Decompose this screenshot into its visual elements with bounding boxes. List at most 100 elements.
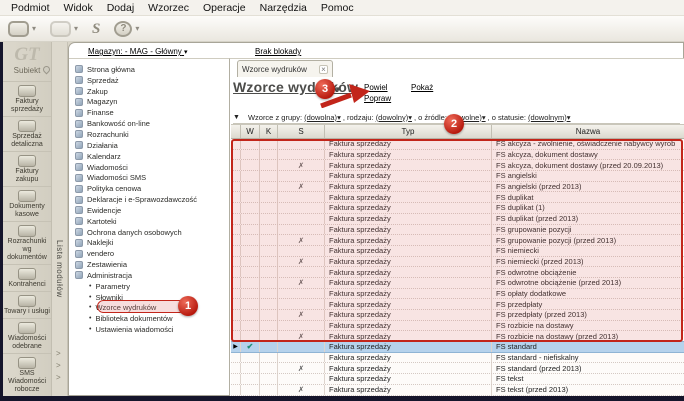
help-button[interactable]: ? ▾ [114, 21, 139, 37]
chevron-right-icon[interactable]: > [56, 373, 61, 382]
module-button[interactable]: Kontrahenci [3, 264, 51, 291]
subiekt-icon: S [92, 21, 100, 37]
table-row[interactable]: Faktura sprzedażyFS duplikat (1) [231, 203, 684, 214]
powiel-link[interactable]: Powiel [364, 83, 388, 92]
tree-item[interactable]: Zestawienia [69, 259, 229, 270]
tree-item[interactable]: Działania [69, 140, 229, 151]
filter-status-select[interactable]: (dowolnym)▾ [528, 113, 571, 122]
module-button[interactable]: SMS Wiadomości robocze [3, 353, 51, 396]
module-button[interactable]: Towary i usługi [3, 291, 51, 318]
table-row[interactable]: ▶✔Faktura sprzedażyFS standard [231, 341, 684, 353]
table-row[interactable]: ✗Faktura sprzedażyFS przedpłaty (przed 2… [231, 310, 684, 321]
chevron-down-icon[interactable]: ▾ [32, 24, 36, 33]
module-button[interactable]: Rozrachunki wg dokumentów [3, 221, 51, 264]
table-row[interactable]: ✗Faktura sprzedażyFS akcyza, dokument do… [231, 160, 684, 171]
table-row[interactable]: Faktura sprzedażyFS duplikat (przed 2013… [231, 214, 684, 225]
table-row[interactable]: Faktura sprzedażyFS akcyza, dokument dos… [231, 150, 684, 161]
cell-nazwa: FS angielski [492, 171, 684, 181]
header-nazwa[interactable]: Nazwa [492, 125, 684, 138]
header-s[interactable]: S [278, 125, 325, 138]
tree-item[interactable]: Sprzedaż [69, 75, 229, 86]
menu-item[interactable]: Widok [57, 2, 100, 14]
print-button[interactable]: ▾ [8, 21, 36, 37]
table-row[interactable]: ✗Faktura sprzedażyFS rozbicie na dostawy… [231, 331, 684, 342]
chevron-right-icon[interactable]: > [56, 361, 61, 370]
magazyn-link[interactable]: Magazyn: - MAG - Główny ▾ [88, 47, 188, 56]
table-row[interactable]: Faktura sprzedażyFS duplikat [231, 192, 684, 203]
filter-rodzaj-select[interactable]: (dowolny)▾ [376, 113, 412, 122]
module-button[interactable]: Wiadomości odebrane [3, 318, 51, 353]
table-row[interactable]: Faktura sprzedażyFS angielski [231, 171, 684, 182]
tree-item[interactable]: •Parametry [69, 281, 229, 292]
table-row[interactable]: Faktura sprzedażyFS tekst [231, 374, 684, 385]
filter-zrodlo-select[interactable]: (dowolne)▾ [449, 113, 486, 122]
tree-item[interactable]: Polityka cenowa [69, 183, 229, 194]
tree-item[interactable]: Rozrachunki [69, 129, 229, 140]
tree-item[interactable]: Kalendarz [69, 151, 229, 162]
table-row[interactable]: Faktura sprzedażyFS niemiecki [231, 246, 684, 257]
tree-item[interactable]: Magazyn [69, 97, 229, 108]
tab-wzorce-wydrukow[interactable]: Wzorce wydruków × [237, 60, 333, 77]
tree-item[interactable]: •Ustawienia wiadomości [69, 324, 229, 335]
menu-item[interactable]: Wzorzec [141, 2, 196, 14]
table-row[interactable]: ✗Faktura sprzedażyFS tekst (przed 2013) [231, 385, 684, 396]
tree-item[interactable]: Wiadomości [69, 162, 229, 173]
chevron-right-icon[interactable]: > [56, 349, 61, 358]
module-button[interactable]: Sprzedaż detaliczna [3, 116, 51, 151]
filter-group-select[interactable]: (dowolna)▾ [304, 113, 341, 122]
table-row[interactable]: Faktura sprzedażyFS akcyza - zwolnienie,… [231, 139, 684, 150]
row-selector [231, 235, 241, 245]
tree-item[interactable]: Ochrona danych osobowych [69, 227, 229, 238]
table-row[interactable]: Faktura sprzedażyFS przedpłaty [231, 299, 684, 310]
row-selector [231, 267, 241, 277]
mail-button[interactable]: ▾ [50, 21, 78, 37]
header-w[interactable]: W [241, 125, 260, 138]
cell-nazwa: FS standard [492, 342, 684, 352]
table-row[interactable]: Faktura sprzedażyFS standard - niefiskal… [231, 353, 684, 364]
module-button[interactable]: Faktury zakupu [3, 151, 51, 186]
chevron-down-icon[interactable]: ▾ [74, 24, 78, 33]
tree-item[interactable]: Finanse [69, 107, 229, 118]
module-button[interactable]: Dokumenty kasowe [3, 186, 51, 221]
menu-item[interactable]: Dodaj [100, 2, 141, 14]
tree-item[interactable]: Strona główna [69, 64, 229, 75]
popraw-link[interactable]: Popraw [364, 94, 391, 103]
table-row[interactable]: ✗Faktura sprzedażyFS grupowanie pozycji … [231, 235, 684, 246]
chevron-down-icon[interactable]: ▾ [135, 24, 139, 33]
table-row[interactable]: Faktura sprzedażyFS rozbicie na dostawy [231, 321, 684, 332]
header-typ[interactable]: Typ [325, 125, 492, 138]
brak-blokady-link[interactable]: Brak blokady [255, 47, 301, 56]
chevron-down-icon[interactable]: ▼ [334, 85, 342, 94]
cell-w [241, 225, 260, 235]
tree-item[interactable]: Ewidencje [69, 205, 229, 216]
table-row[interactable]: ✗Faktura sprzedażyFS standard (przed 201… [231, 363, 684, 374]
table-row[interactable]: Faktura sprzedażyFS odwrotne obciążenie [231, 267, 684, 278]
header-k[interactable]: K [260, 125, 278, 138]
tree-item[interactable]: Wiadomości SMS [69, 172, 229, 183]
module-button[interactable]: Faktury sprzedaży [3, 81, 51, 116]
pokaz-link[interactable]: Pokaż [411, 83, 433, 92]
table-row[interactable]: ✗Faktura sprzedażyFS odwrotne obciążenie… [231, 278, 684, 289]
menu-item[interactable]: Podmiot [4, 2, 57, 14]
close-icon[interactable]: × [319, 65, 328, 74]
lista-modulow-strip[interactable]: Lista modułów [52, 42, 68, 396]
tree-item[interactable]: •Wzorce wydruków [69, 303, 229, 314]
table-row[interactable]: Faktura sprzedażyFS opłaty dodatkowe [231, 289, 684, 300]
tree-item[interactable]: Bankowość on-line [69, 118, 229, 129]
tree-item[interactable]: •Biblioteka dokumentów [69, 313, 229, 324]
tree-item[interactable]: Zakup [69, 86, 229, 97]
tree-item[interactable]: Kartoteki [69, 216, 229, 227]
tree-item[interactable]: Naklejki [69, 238, 229, 249]
filter-dropdown-icon[interactable]: ▼ [233, 114, 240, 121]
table-row[interactable]: ✗Faktura sprzedażyFS angielski (przed 20… [231, 182, 684, 193]
tree-item[interactable]: Deklaracje i e-Sprawozdawczość [69, 194, 229, 205]
menu-item[interactable]: Narzędzia [253, 2, 314, 14]
tree-item[interactable]: Administracja [69, 270, 229, 281]
subiekt-button[interactable]: S [92, 21, 100, 37]
tree-item[interactable]: •Słowniki [69, 292, 229, 303]
table-row[interactable]: Faktura sprzedażyFS grupowanie pozycji [231, 225, 684, 236]
tree-item[interactable]: vendero [69, 248, 229, 259]
menu-item[interactable]: Operacje [196, 2, 253, 14]
menu-item[interactable]: Pomoc [314, 2, 361, 14]
table-row[interactable]: ✗Faktura sprzedażyFS niemiecki (przed 20… [231, 257, 684, 268]
